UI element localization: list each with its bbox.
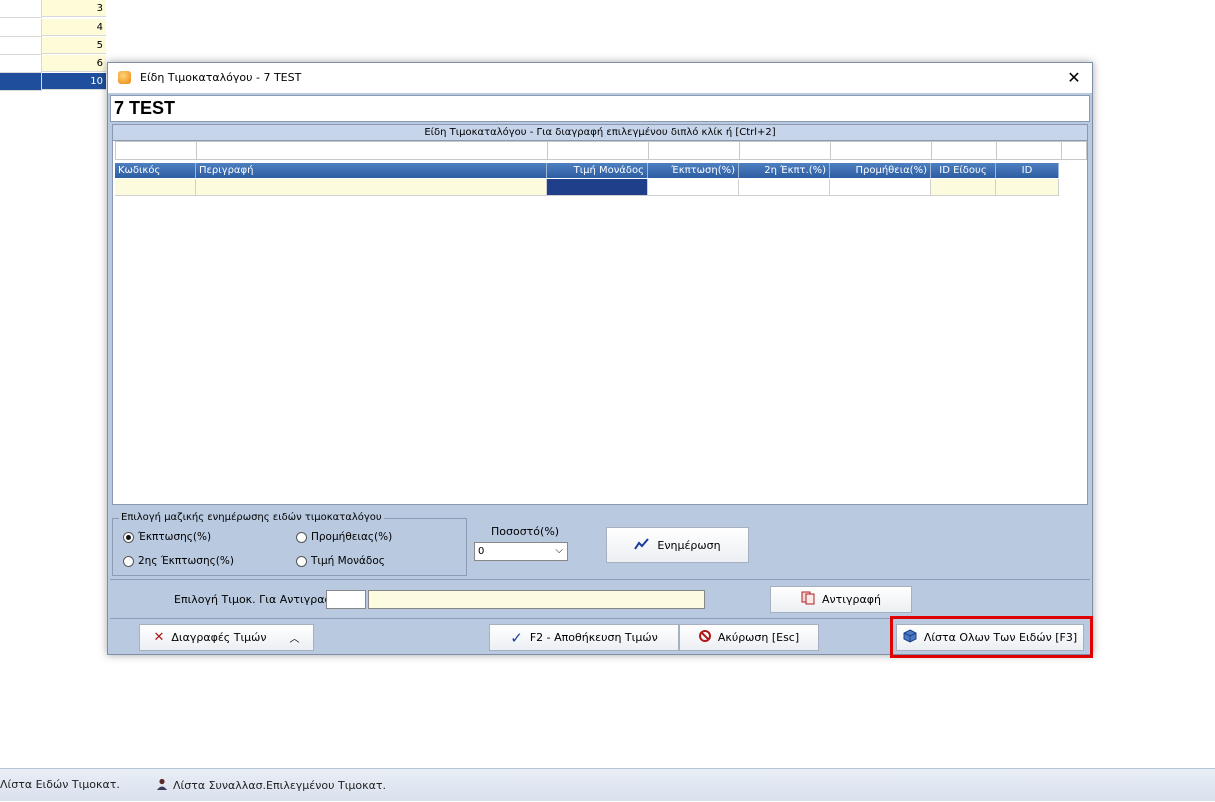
- copy-name-input[interactable]: [368, 590, 705, 609]
- grid-caption: Είδη Τιμοκαταλόγου - Για διαγραφή επιλεγ…: [113, 125, 1087, 141]
- save-prices-button[interactable]: ✓ F2 - Αποθήκευση Τιμών: [489, 624, 679, 651]
- checkmark-icon: ✓: [510, 628, 523, 647]
- radio-label: Τιμή Μονάδος: [311, 555, 385, 567]
- radio-unit-price[interactable]: Τιμή Μονάδος: [296, 555, 385, 567]
- chevron-down-icon: ⌵: [555, 545, 563, 556]
- cell-id[interactable]: [996, 179, 1059, 196]
- col-header-discount[interactable]: Έκπτωση(%): [648, 163, 739, 178]
- col-header-id[interactable]: ID: [996, 163, 1059, 178]
- table-row[interactable]: 4: [0, 19, 107, 37]
- table-row[interactable]: 3: [0, 0, 107, 18]
- mass-update-legend: Επιλογή μαζικής ενημέρωσης ειδών τιμοκατ…: [119, 512, 384, 523]
- radio-dot: [296, 531, 307, 543]
- update-button-label: Ενημέρωση: [657, 538, 721, 552]
- price-list-header: 7 TEST: [110, 95, 1090, 122]
- radio-dot: [123, 555, 134, 567]
- table-row[interactable]: [115, 179, 1059, 196]
- page-title: 7 TEST: [114, 98, 176, 118]
- cancel-icon: [698, 630, 711, 645]
- filter-item-id-input[interactable]: [931, 141, 997, 160]
- radio-label: Έκπτωσης(%): [138, 531, 212, 543]
- bottom-toolbar: ✕ Διαγραφές Τιμών ︿ ✓ F2 - Αποθήκευση Τι…: [110, 618, 1090, 653]
- chevron-up-icon: ︿: [289, 634, 300, 645]
- copy-code-input[interactable]: [326, 590, 366, 609]
- radio-discount[interactable]: Έκπτωσης(%): [123, 531, 211, 543]
- row-value: 5: [42, 37, 106, 54]
- update-button[interactable]: Ενημέρωση: [606, 527, 749, 563]
- cell-unit-price-selected[interactable]: [547, 179, 648, 196]
- col-header-commission[interactable]: Προμήθεια(%): [830, 163, 931, 178]
- cell-item-id[interactable]: [931, 179, 996, 196]
- table-row-selected[interactable]: 10: [0, 73, 107, 91]
- dialog-title: Είδη Τιμοκαταλόγου - 7 TEST: [140, 71, 302, 84]
- grid-header: Κωδικός Περιγραφή Τιμή Μονάδος Έκπτωση(%…: [115, 163, 1059, 178]
- col-header-item-id[interactable]: ID Είδους: [931, 163, 996, 178]
- cell-description[interactable]: [196, 179, 547, 196]
- save-prices-label: F2 - Αποθήκευση Τιμών: [529, 631, 658, 644]
- filter-description-input[interactable]: [196, 141, 548, 160]
- row-value: 4: [42, 19, 106, 36]
- col-header-description[interactable]: Περιγραφή: [196, 163, 547, 178]
- row-value: 6: [42, 55, 106, 72]
- col-header-code[interactable]: Κωδικός: [115, 163, 196, 178]
- radio-label: 2ης Έκπτωσης(%): [138, 555, 234, 567]
- copy-label: Επιλογή Τιμοκ. Για Αντιγραφή:: [174, 593, 343, 606]
- col-header-discount2[interactable]: 2η Έκπτ.(%): [739, 163, 830, 178]
- price-list-items-dialog: Είδη Τιμοκαταλόγου - 7 TEST ✕ 7 TEST Είδ…: [107, 62, 1093, 655]
- all-items-list-label: Λίστα Ολων Των Ειδών [F3]: [923, 631, 1078, 644]
- filter-commission-input[interactable]: [830, 141, 932, 160]
- filter-code-input[interactable]: [115, 141, 197, 160]
- filter-id-input[interactable]: [996, 141, 1062, 160]
- filter-unit-price-input[interactable]: [547, 141, 649, 160]
- percent-select[interactable]: 0 ⌵: [474, 542, 568, 561]
- delete-x-icon: ✕: [153, 630, 165, 645]
- close-icon[interactable]: ✕: [1062, 66, 1086, 90]
- filter-discount-input[interactable]: [648, 141, 740, 160]
- cancel-label: Ακύρωση [Esc]: [717, 631, 800, 644]
- app-icon: [118, 71, 131, 84]
- percent-value: 0: [478, 546, 485, 557]
- radio-label: Προμήθειας(%): [311, 531, 393, 543]
- cell-code[interactable]: [115, 179, 196, 196]
- copy-icon: [801, 591, 815, 608]
- all-items-list-button[interactable]: Λίστα Ολων Των Ειδών [F3]: [896, 624, 1084, 651]
- items-grid: Είδη Τιμοκαταλόγου - Για διαγραφή επιλεγ…: [112, 124, 1088, 505]
- cell-commission[interactable]: [830, 179, 931, 196]
- percent-label: Ποσοστό(%): [491, 525, 560, 538]
- delete-prices-label: Διαγραφές Τιμών: [171, 631, 267, 644]
- filter-row: [115, 141, 1087, 161]
- taskbar-item-label: Λίστα Συναλλασ.Επιλεγμένου Τιμοκατ.: [173, 779, 387, 792]
- copy-button-label: Αντιγραφή: [822, 593, 881, 606]
- row-value: 10: [42, 73, 106, 90]
- radio-dot-checked: [123, 531, 134, 543]
- box-icon: [903, 629, 917, 646]
- table-row[interactable]: 6: [0, 55, 107, 73]
- copy-button[interactable]: Αντιγραφή: [770, 586, 912, 613]
- cell-discount[interactable]: [648, 179, 739, 196]
- taskbar-item-transactions[interactable]: Λίστα Συναλλασ.Επιλεγμένου Τιμοκατ.: [156, 778, 386, 793]
- mass-update-panel: Επιλογή μαζικής ενημέρωσης ειδών τιμοκατ…: [110, 512, 1090, 578]
- cancel-button[interactable]: Ακύρωση [Esc]: [679, 624, 819, 651]
- radio-dot: [296, 555, 307, 567]
- taskbar: Λίστα Ειδών Τιμοκατ. Λίστα Συναλλασ.Επιλ…: [0, 768, 1215, 801]
- mass-update-groupbox: Επιλογή μαζικής ενημέρωσης ειδών τιμοκατ…: [112, 512, 467, 576]
- filter-discount2-input[interactable]: [739, 141, 831, 160]
- taskbar-item-price-list-items[interactable]: Λίστα Ειδών Τιμοκατ.: [0, 778, 120, 791]
- table-row[interactable]: 5: [0, 37, 107, 55]
- row-value: 3: [42, 0, 106, 17]
- radio-commission[interactable]: Προμήθειας(%): [296, 531, 392, 543]
- delete-prices-button[interactable]: ✕ Διαγραφές Τιμών ︿: [139, 624, 314, 651]
- cell-discount2[interactable]: [739, 179, 830, 196]
- col-header-unit-price[interactable]: Τιμή Μονάδος: [547, 163, 648, 178]
- filter-extra-input[interactable]: [1061, 141, 1087, 160]
- radio-discount2[interactable]: 2ης Έκπτωσης(%): [123, 555, 234, 567]
- taskbar-item-label: Λίστα Ειδών Τιμοκατ.: [0, 778, 120, 791]
- copy-panel: Επιλογή Τιμοκ. Για Αντιγραφή: Αντιγραφή: [110, 579, 1090, 618]
- user-icon: [156, 778, 168, 793]
- dialog-titlebar: Είδη Τιμοκαταλόγου - 7 TEST ✕: [108, 63, 1092, 93]
- trend-chart-icon: [634, 537, 650, 554]
